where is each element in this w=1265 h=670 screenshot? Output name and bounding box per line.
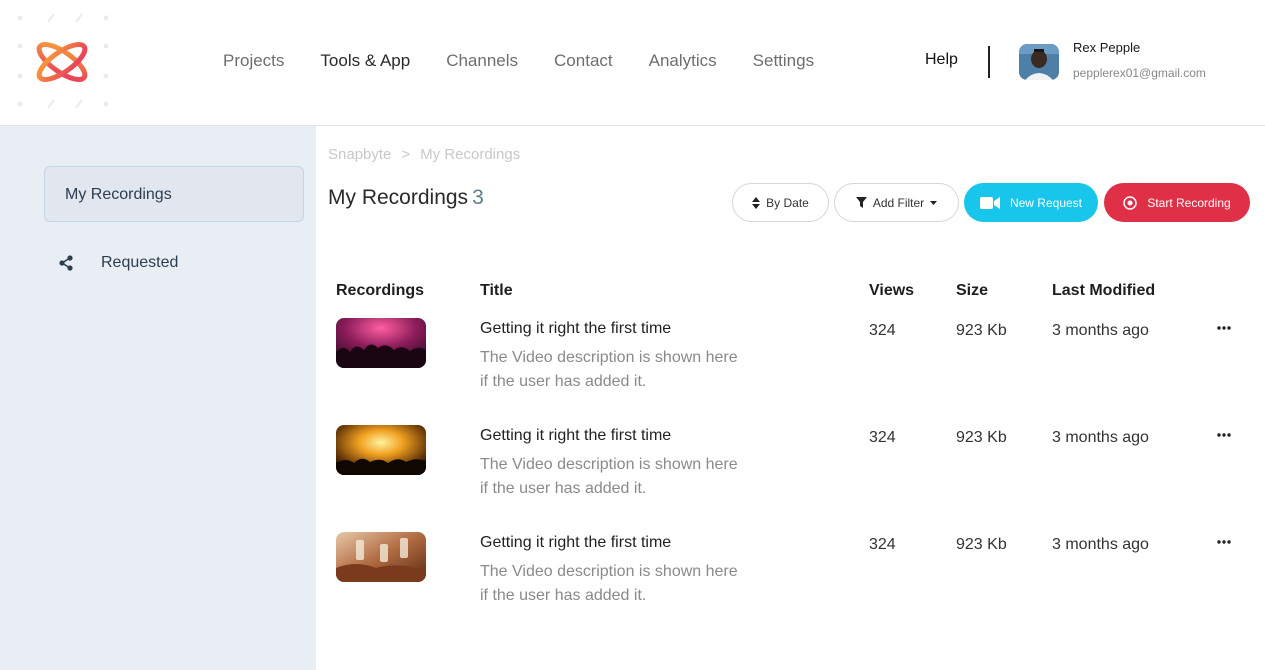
recording-views: 324 — [869, 429, 896, 446]
table-row[interactable]: Getting it right the first time The Vide… — [0, 532, 1265, 632]
add-filter-button[interactable]: Add Filter — [834, 183, 959, 222]
page-title: My Recordings 3 — [328, 186, 484, 210]
more-options-icon[interactable] — [1216, 534, 1232, 550]
breadcrumb: Snapbyte > My Recordings — [328, 146, 520, 163]
column-header-recordings[interactable]: Recordings — [336, 282, 424, 300]
recording-thumbnail[interactable] — [336, 318, 426, 368]
recording-size: 923 Kb — [956, 536, 1007, 553]
share-icon — [59, 255, 73, 271]
sort-icon — [752, 196, 761, 209]
breadcrumb-current: My Recordings — [420, 146, 521, 163]
top-header: Projects Tools & App Channels Contact An… — [0, 0, 1265, 126]
recording-description: The Video description is shown here if t… — [480, 349, 738, 390]
nav-projects[interactable]: Projects — [223, 50, 284, 72]
column-header-size[interactable]: Size — [956, 282, 988, 300]
table-row[interactable]: Getting it right the first time The Vide… — [0, 425, 1265, 525]
user-name: Rex Pepple — [1073, 40, 1141, 55]
nav-channels[interactable]: Channels — [446, 50, 518, 72]
user-email: pepplerex01@gmail.com — [1073, 66, 1206, 80]
recording-views: 324 — [869, 536, 896, 553]
recording-description: The Video description is shown here if t… — [480, 456, 738, 497]
video-camera-icon — [979, 196, 1000, 209]
help-link[interactable]: Help — [925, 51, 958, 69]
caret-down-icon — [930, 200, 938, 205]
page-title-text: My Recordings — [328, 186, 469, 209]
sidebar-item-label: Requested — [101, 254, 179, 271]
recording-description: The Video description is shown here if t… — [480, 563, 738, 604]
breadcrumb-root[interactable]: Snapbyte — [328, 146, 391, 163]
breadcrumb-separator: > — [401, 146, 411, 163]
sidebar-item-label: My Recordings — [65, 186, 172, 203]
more-options-icon[interactable] — [1216, 427, 1232, 443]
recording-thumbnail[interactable] — [336, 532, 426, 582]
recording-title[interactable]: Getting it right the first time — [480, 534, 671, 552]
recording-last-modified: 3 months ago — [1052, 322, 1149, 339]
filter-icon — [855, 197, 867, 208]
new-request-button[interactable]: New Request — [964, 183, 1098, 222]
nav-analytics[interactable]: Analytics — [649, 50, 717, 72]
recording-size: 923 Kb — [956, 322, 1007, 339]
recording-title[interactable]: Getting it right the first time — [480, 427, 671, 445]
column-header-last-modified[interactable]: Last Modified — [1052, 282, 1155, 300]
sidebar-item-requested[interactable]: Requested — [58, 254, 178, 272]
nav-contact[interactable]: Contact — [554, 50, 613, 72]
recording-count: 3 — [472, 186, 484, 209]
recording-thumbnail[interactable] — [336, 425, 426, 475]
recording-last-modified: 3 months ago — [1052, 536, 1149, 553]
new-request-label: New Request — [1009, 195, 1083, 210]
brand-logo[interactable] — [32, 38, 92, 86]
nav-tools-app[interactable]: Tools & App — [320, 50, 410, 72]
nav-settings[interactable]: Settings — [753, 50, 814, 72]
more-options-icon[interactable] — [1216, 320, 1232, 336]
add-filter-label: Add Filter — [872, 195, 925, 210]
header-divider — [988, 46, 990, 78]
recording-last-modified: 3 months ago — [1052, 429, 1149, 446]
record-icon — [1123, 195, 1138, 210]
column-header-views[interactable]: Views — [869, 282, 914, 300]
main-nav: Projects Tools & App Channels Contact An… — [223, 50, 850, 72]
table-row[interactable]: Getting it right the first time The Vide… — [0, 318, 1265, 418]
column-header-title[interactable]: Title — [480, 282, 513, 300]
recording-title[interactable]: Getting it right the first time — [480, 320, 671, 338]
recording-views: 324 — [869, 322, 896, 339]
sort-by-date-label: By Date — [766, 195, 809, 210]
recording-size: 923 Kb — [956, 429, 1007, 446]
avatar[interactable] — [1019, 44, 1059, 80]
start-recording-label: Start Recording — [1147, 195, 1231, 210]
sidebar-item-my-recordings[interactable]: My Recordings — [44, 166, 304, 222]
start-recording-button[interactable]: Start Recording — [1104, 183, 1250, 222]
sort-by-date-button[interactable]: By Date — [732, 183, 829, 222]
